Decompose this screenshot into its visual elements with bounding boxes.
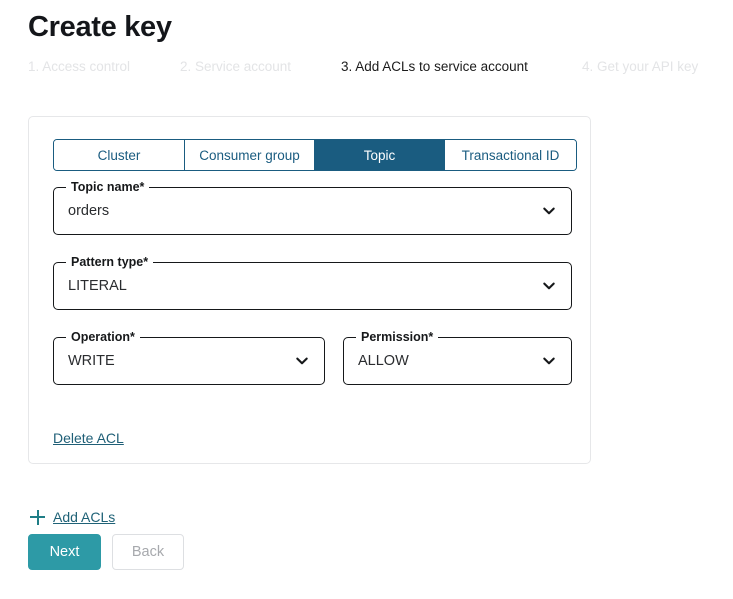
resource-type-tabs: Cluster Consumer group Topic Transaction… (53, 139, 577, 171)
chevron-down-icon (541, 263, 557, 309)
chevron-down-icon (541, 338, 557, 384)
page-title: Create key (28, 11, 172, 43)
add-acls-button[interactable]: Add ACLs (30, 508, 115, 526)
chevron-down-icon (294, 338, 310, 384)
pattern-type-value: LITERAL (68, 278, 127, 294)
pattern-type-select[interactable]: Pattern type* LITERAL (53, 255, 572, 310)
stepper: 1. Access control 2. Service account 3. … (28, 57, 718, 77)
operation-value: WRITE (68, 353, 115, 369)
tab-cluster[interactable]: Cluster (54, 140, 185, 170)
tab-consumer-group[interactable]: Consumer group (185, 140, 315, 170)
back-button[interactable]: Back (112, 534, 184, 570)
chevron-down-icon (541, 188, 557, 234)
add-acls-label: Add ACLs (53, 509, 116, 525)
permission-value: ALLOW (358, 353, 409, 369)
stepper-step-get-api-key[interactable]: 4. Get your API key (582, 57, 698, 77)
operation-select[interactable]: Operation* WRITE (53, 330, 325, 385)
permission-select[interactable]: Permission* ALLOW (343, 330, 572, 385)
plus-icon (30, 509, 45, 525)
acl-card: Cluster Consumer group Topic Transaction… (28, 116, 591, 464)
topic-name-value: orders (68, 203, 110, 219)
stepper-step-access-control[interactable]: 1. Access control (28, 57, 130, 77)
tab-transactional-id[interactable]: Transactional ID (445, 140, 576, 170)
stepper-step-add-acls[interactable]: 3. Add ACLs to service account (341, 57, 528, 77)
topic-name-select[interactable]: Topic name* orders (53, 180, 572, 235)
stepper-step-service-account[interactable]: 2. Service account (180, 57, 291, 77)
next-button[interactable]: Next (28, 534, 101, 570)
delete-acl-link[interactable]: Delete ACL (53, 429, 124, 447)
tab-topic[interactable]: Topic (315, 140, 445, 170)
